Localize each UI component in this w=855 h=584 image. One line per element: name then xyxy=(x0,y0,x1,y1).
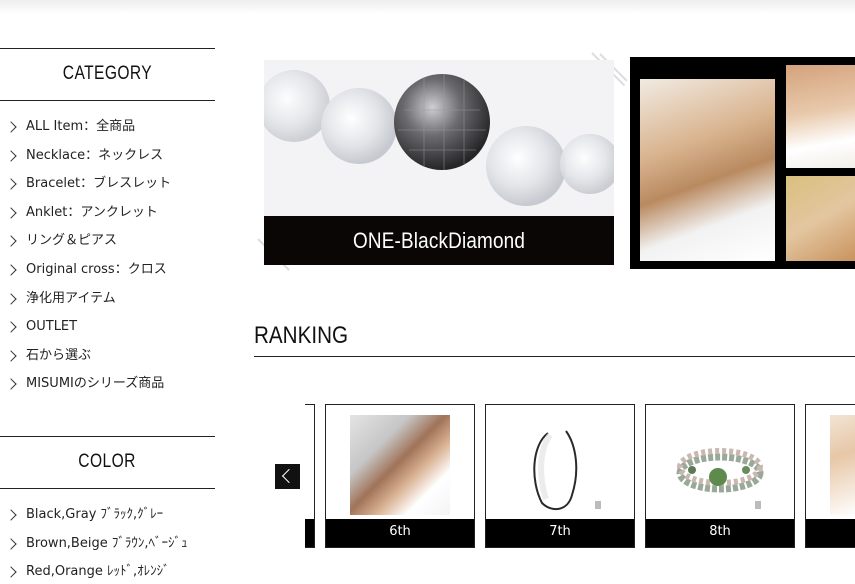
category-item-label: Necklace：ネックレス xyxy=(26,147,164,163)
chevron-left-icon xyxy=(281,468,297,484)
chevron-right-icon xyxy=(5,350,17,362)
product-image xyxy=(670,415,770,515)
chevron-right-icon xyxy=(5,566,17,578)
banner-model-photos[interactable] xyxy=(630,57,855,269)
category-item[interactable]: 浄化用アイテム xyxy=(0,285,215,314)
product-image xyxy=(350,415,450,515)
category-item[interactable]: OUTLET xyxy=(0,313,215,342)
ranking-divider xyxy=(254,356,855,357)
category-heading: CATEGORY xyxy=(0,48,215,101)
color-item[interactable]: Brown,Beige ﾌﾞﾗｳﾝ,ﾍﾞｰｼﾞｭ xyxy=(0,530,215,559)
ranking-card-8[interactable]: 8th xyxy=(645,404,795,548)
category-item-label: ALL Item：全商品 xyxy=(26,119,136,134)
category-item-label: 石から選ぶ xyxy=(26,347,92,363)
banner-black-diamond[interactable]: ONE-BlackDiamond xyxy=(264,60,614,265)
chevron-right-icon xyxy=(5,264,17,276)
model-photo-bracelet xyxy=(786,176,855,261)
chevron-right-icon xyxy=(5,509,17,521)
category-item-label: Bracelet：ブレスレット xyxy=(26,176,172,192)
chevron-right-icon xyxy=(5,321,17,333)
chevron-right-icon xyxy=(5,292,17,305)
product-image xyxy=(510,415,610,515)
rank-label xyxy=(806,519,855,547)
rank-label: 6th xyxy=(326,519,474,547)
top-shadow xyxy=(0,0,855,14)
color-item-label: Black,Gray ﾌﾞﾗｯｸ,ｸﾞﾚｰ xyxy=(26,507,164,522)
chevron-right-icon xyxy=(5,235,17,248)
color-heading: COLOR xyxy=(0,436,215,489)
category-item-label: リング＆ピアス xyxy=(26,233,118,249)
category-item[interactable]: リング＆ピアス xyxy=(0,227,215,256)
ranking-card-6[interactable]: 6th xyxy=(325,404,475,548)
ranking-prev-button[interactable] xyxy=(275,464,300,489)
color-menu: Black,Gray ﾌﾞﾗｯｸ,ｸﾞﾚｰ Brown,Beige ﾌﾞﾗｳﾝ,ﾍ… xyxy=(0,501,215,584)
ranking-card-7[interactable]: 7th xyxy=(485,404,635,548)
category-item-label: MISUMIのシリーズ商品 xyxy=(26,376,165,392)
chevron-right-icon xyxy=(5,378,17,391)
category-item-label: OUTLET xyxy=(26,319,78,335)
category-item[interactable]: Original cross：クロス xyxy=(0,256,215,285)
banner-caption: ONE-BlackDiamond xyxy=(264,216,614,265)
category-item[interactable]: Anklet：アンクレット xyxy=(0,199,215,228)
model-photo-main xyxy=(640,79,775,261)
chevron-right-icon xyxy=(5,121,17,133)
crystal-beads-image xyxy=(264,60,614,216)
ranking-title: RANKING xyxy=(254,322,349,349)
chevron-right-icon xyxy=(5,537,17,550)
ranking-card-9[interactable] xyxy=(805,404,855,548)
category-item[interactable]: Bracelet：ブレスレット xyxy=(0,170,215,199)
color-item[interactable]: Black,Gray ﾌﾞﾗｯｸ,ｸﾞﾚｰ xyxy=(0,501,215,530)
chevron-right-icon xyxy=(5,149,17,162)
rank-label: 8th xyxy=(646,519,794,547)
color-item-label: Red,Orange ﾚｯﾄﾞ,ｵﾚﾝｼﾞ xyxy=(26,564,170,580)
ranking-card-partial[interactable] xyxy=(305,404,315,548)
category-item[interactable]: Necklace：ネックレス xyxy=(0,142,215,171)
category-item-label: Original cross：クロス xyxy=(26,261,167,277)
category-item[interactable]: 石から選ぶ xyxy=(0,342,215,371)
category-item-label: Anklet：アンクレット xyxy=(26,204,158,220)
chevron-right-icon xyxy=(5,207,17,219)
category-item[interactable]: MISUMIのシリーズ商品 xyxy=(0,370,215,399)
product-image xyxy=(830,415,855,515)
category-item-label: 浄化用アイテム xyxy=(26,290,116,306)
color-item-label: Brown,Beige ﾌﾞﾗｳﾝ,ﾍﾞｰｼﾞｭ xyxy=(26,535,188,551)
color-item[interactable]: Red,Orange ﾚｯﾄﾞ,ｵﾚﾝｼﾞ xyxy=(0,558,215,584)
category-item[interactable]: ALL Item：全商品 xyxy=(0,113,215,142)
rank-label: 7th xyxy=(486,519,634,547)
category-menu: ALL Item：全商品 Necklace：ネックレス Bracelet：ブレスレッ… xyxy=(0,113,215,399)
model-photo-necklace xyxy=(786,65,855,168)
chevron-right-icon xyxy=(5,178,17,190)
